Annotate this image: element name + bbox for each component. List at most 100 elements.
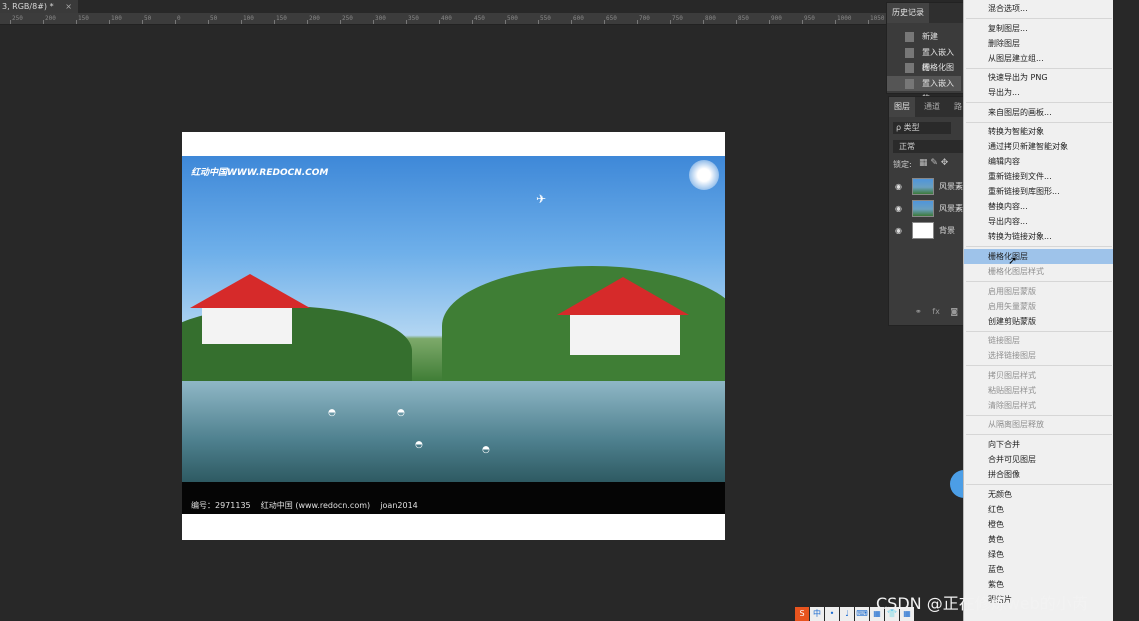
menu-item[interactable]: 创建剪贴蒙版 xyxy=(964,314,1113,329)
history-item[interactable]: 置入嵌入的 xyxy=(887,75,961,103)
menu-item[interactable]: 重新链接到文件... xyxy=(964,169,1113,184)
ime-toolbar-icon[interactable]: • xyxy=(825,607,839,621)
link-icon[interactable]: ⚭ xyxy=(915,307,922,316)
ime-toolbar-icon[interactable]: 中 xyxy=(810,607,824,621)
ruler-tick xyxy=(43,20,44,24)
menu-item[interactable]: 替换内容... xyxy=(964,199,1113,214)
menu-item[interactable]: 快速导出为 PNG xyxy=(964,70,1113,85)
layer-row[interactable]: ◉ 风景素 xyxy=(889,198,963,220)
ruler-tick xyxy=(505,20,506,24)
ruler-tick xyxy=(571,20,572,24)
menu-item[interactable]: 转换为智能对象 xyxy=(964,124,1113,139)
menu-item[interactable]: 来自图层的画板... xyxy=(964,105,1113,120)
eye-icon[interactable]: ◉ xyxy=(895,220,902,242)
ruler-tick-label: 550 xyxy=(540,15,551,22)
ruler-tick-label: 200 xyxy=(309,15,320,22)
tab-history[interactable]: 历史记录 xyxy=(887,3,929,23)
menu-separator xyxy=(966,67,1112,69)
ruler-tick xyxy=(769,20,770,24)
document-icon xyxy=(905,63,914,73)
menu-item[interactable]: 黄色 xyxy=(964,532,1113,547)
menu-item[interactable]: 无颜色 xyxy=(964,487,1113,502)
lock-label: 锁定: xyxy=(893,160,912,169)
tab-channels[interactable]: 通道 xyxy=(919,97,945,117)
menu-item[interactable]: 从图层建立组... xyxy=(964,51,1113,66)
layer-filter-select[interactable]: ρ 类型 xyxy=(893,122,951,134)
ruler-tick-label: 250 xyxy=(12,15,23,22)
ruler-tick-label: 250 xyxy=(342,15,353,22)
ruler-tick-label: 500 xyxy=(507,15,518,22)
ime-toolbar-icon[interactable]: S xyxy=(795,607,809,621)
menu-item[interactable]: 通过拷贝新建智能对象 xyxy=(964,139,1113,154)
eye-icon[interactable]: ◉ xyxy=(895,198,902,220)
menu-item[interactable]: 编辑内容 xyxy=(964,154,1113,169)
ruler-tick-label: 900 xyxy=(771,15,782,22)
document-tab-title: 3, RGB/8#) * xyxy=(2,2,54,11)
document-icon xyxy=(905,32,914,42)
house-roof-right xyxy=(557,277,689,315)
menu-item[interactable]: 拼合图像 xyxy=(964,467,1113,482)
menu-item: 栅格化图层样式 xyxy=(988,267,1044,276)
ruler-tick-label: 450 xyxy=(474,15,485,22)
menu-item[interactable]: 栅格化图层 xyxy=(964,249,1113,264)
document-icon xyxy=(905,47,914,58)
image-caption: 编号：2971135 红动中国 (www.redocn.com) joan201… xyxy=(182,482,725,514)
ruler-tick-label: 50 xyxy=(144,15,152,22)
swan-icon: ◓ xyxy=(482,445,490,455)
document-icon xyxy=(905,78,914,89)
panel-footer-icons: ⚭ fx ◙ xyxy=(915,307,958,316)
layer-name: 风景素 xyxy=(939,204,963,213)
ruler-tick-label: 150 xyxy=(276,15,287,22)
tab-layers[interactable]: 图层 xyxy=(889,97,915,117)
menu-item[interactable]: 红色 xyxy=(964,502,1113,517)
menu-item[interactable]: 绿色 xyxy=(964,547,1113,562)
lock-icons[interactable]: ▦ ✎ ✥ xyxy=(919,158,948,168)
menu-item[interactable]: 转换为链接对象... xyxy=(964,229,1113,244)
menu-item[interactable]: 导出为... xyxy=(964,85,1113,100)
history-item[interactable]: 新建 xyxy=(887,29,961,44)
ruler-tick xyxy=(835,20,836,24)
menu-item[interactable]: 蓝色 xyxy=(964,562,1113,577)
menu-item[interactable]: 向下合并 xyxy=(964,437,1113,452)
ime-toolbar-icon[interactable]: ♩ xyxy=(840,607,854,621)
layer-row[interactable]: ◉ 风景素 xyxy=(889,176,963,198)
menu-item[interactable]: 重新链接到库图形... xyxy=(964,184,1113,199)
ruler-tick xyxy=(274,20,275,24)
mask-icon[interactable]: ◙ xyxy=(950,307,958,316)
history-panel-tabs: 历史记录 xyxy=(887,3,965,23)
layer-row[interactable]: ◉ 背景 xyxy=(889,220,963,242)
ruler-tick xyxy=(109,20,110,24)
menu-item[interactable]: 橙色 xyxy=(964,517,1113,532)
menu-separator xyxy=(966,18,1112,19)
layers-panel: 图层 通道 路 ρ 类型 正常 锁定: ▦ ✎ ✥ ◉ 风景素 ◉ 风景素 ◉ 背景 ⚭ … xyxy=(888,96,966,326)
menu-item: 选择链接图层 xyxy=(988,351,1036,361)
menu-separator xyxy=(966,434,1112,436)
document-tab[interactable]: 3, RGB/8#) * × xyxy=(0,0,78,13)
swan-icon: ◓ xyxy=(328,408,336,418)
ruler-tick-label: 1000 xyxy=(837,15,852,22)
menu-item[interactable]: 合并可见图层 xyxy=(964,452,1113,467)
ruler-tick-label: 350 xyxy=(408,15,419,22)
eye-icon[interactable]: ◉ xyxy=(895,176,902,198)
menu-item[interactable]: 导出内容... xyxy=(964,214,1113,229)
menu-separator xyxy=(966,330,1112,332)
blend-mode-select[interactable]: 正常 xyxy=(893,140,963,153)
ime-toolbar-icon[interactable]: ⌨ xyxy=(855,607,869,621)
history-item[interactable]: 栅格化图层 xyxy=(887,60,961,87)
ruler-tick xyxy=(373,20,374,24)
ruler-tick xyxy=(538,20,539,24)
menu-item[interactable]: 复制图层... xyxy=(964,21,1113,36)
close-icon[interactable]: × xyxy=(65,0,72,13)
airplane-icon: ✈ xyxy=(536,192,547,206)
ruler-tick-label: 950 xyxy=(804,15,815,22)
menu-separator xyxy=(966,484,1112,485)
history-item[interactable]: 置入嵌入的 xyxy=(887,45,961,72)
menu-item[interactable]: 混合选项... xyxy=(964,1,1113,16)
document-canvas[interactable]: 红动中国WWW.REDOCN.COM ✈ ◓ ◓ ◓ ◓ 编号：2971135 … xyxy=(182,132,725,540)
menu-item: 链接图层 xyxy=(988,336,1020,346)
menu-item[interactable]: 删除图层 xyxy=(964,36,1113,51)
layer-thumbnail xyxy=(912,222,934,239)
menu-item: 清除图层样式 xyxy=(988,400,1036,410)
ruler-tick xyxy=(208,20,209,24)
fx-icon[interactable]: fx xyxy=(932,307,940,316)
